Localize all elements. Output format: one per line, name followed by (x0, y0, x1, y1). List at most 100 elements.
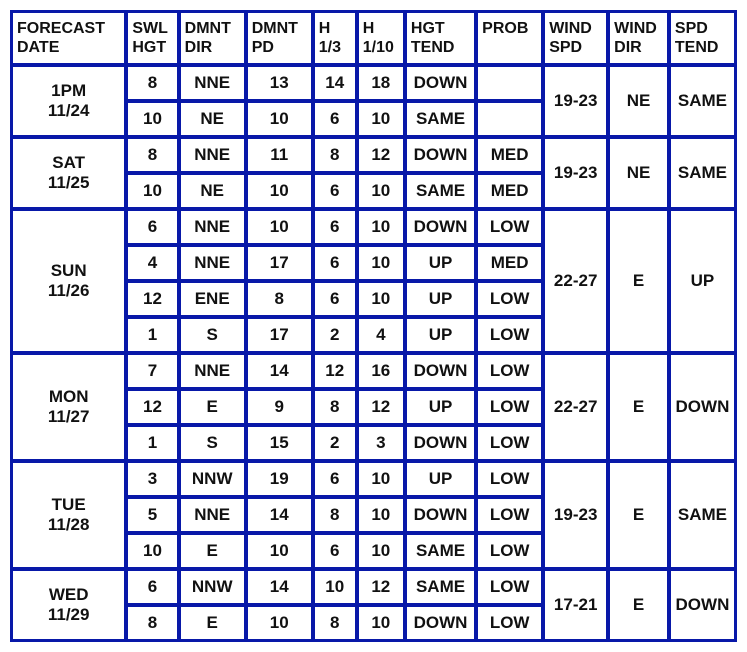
table-row: SUN11/266NNE10610DOWNLOW22-27EUP (12, 210, 735, 244)
col-hgt-tend: HGTTEND (406, 12, 475, 64)
prob-cell: LOW (477, 354, 542, 388)
h110-cell: 3 (358, 426, 404, 460)
h110-cell: 10 (358, 210, 404, 244)
dmnt-dir-cell: NNE (180, 66, 245, 100)
dmnt-pd-cell: 10 (247, 606, 312, 640)
h110-cell: 4 (358, 318, 404, 352)
swl-hgt-cell: 10 (127, 102, 177, 136)
swl-hgt-cell: 10 (127, 534, 177, 568)
hgt-tend-cell: DOWN (406, 426, 475, 460)
forecast-date-cell: SUN11/26 (12, 210, 125, 352)
prob-cell: MED (477, 138, 542, 172)
table-row: TUE11/283NNW19610UPLOW19-23ESAME (12, 462, 735, 496)
hgt-tend-cell: UP (406, 318, 475, 352)
swl-hgt-cell: 6 (127, 210, 177, 244)
prob-cell: LOW (477, 426, 542, 460)
col-forecast-date: FORECASTDATE (12, 12, 125, 64)
col-h-1-3: H1/3 (314, 12, 356, 64)
h13-cell: 6 (314, 534, 356, 568)
dmnt-dir-cell: NNE (180, 246, 245, 280)
h13-cell: 8 (314, 498, 356, 532)
dmnt-dir-cell: NNE (180, 498, 245, 532)
hgt-tend-cell: SAME (406, 534, 475, 568)
dmnt-dir-cell: NE (180, 174, 245, 208)
dmnt-pd-cell: 15 (247, 426, 312, 460)
spd-tend-cell: DOWN (670, 570, 735, 640)
dmnt-dir-cell: S (180, 426, 245, 460)
hgt-tend-cell: DOWN (406, 138, 475, 172)
h13-cell: 8 (314, 138, 356, 172)
dmnt-pd-cell: 14 (247, 354, 312, 388)
dmnt-pd-cell: 17 (247, 318, 312, 352)
hgt-tend-cell: DOWN (406, 354, 475, 388)
wind-spd-cell: 19-23 (544, 462, 607, 568)
h13-cell: 6 (314, 246, 356, 280)
h13-cell: 12 (314, 354, 356, 388)
dmnt-pd-cell: 14 (247, 570, 312, 604)
prob-cell (477, 66, 542, 100)
hgt-tend-cell: UP (406, 246, 475, 280)
h110-cell: 10 (358, 246, 404, 280)
dmnt-pd-cell: 8 (247, 282, 312, 316)
table-row: MON11/277NNE141216DOWNLOW22-27EDOWN (12, 354, 735, 388)
dmnt-dir-cell: NNW (180, 462, 245, 496)
prob-cell: LOW (477, 606, 542, 640)
col-wind-spd: WINDSPD (544, 12, 607, 64)
prob-cell: LOW (477, 462, 542, 496)
swl-hgt-cell: 5 (127, 498, 177, 532)
dmnt-dir-cell: S (180, 318, 245, 352)
swl-hgt-cell: 3 (127, 462, 177, 496)
dmnt-dir-cell: NNE (180, 210, 245, 244)
h13-cell: 8 (314, 606, 356, 640)
wind-spd-cell: 22-27 (544, 354, 607, 460)
swl-hgt-cell: 6 (127, 570, 177, 604)
dmnt-dir-cell: NNE (180, 138, 245, 172)
forecast-date-cell: MON11/27 (12, 354, 125, 460)
hgt-tend-cell: SAME (406, 174, 475, 208)
dmnt-pd-cell: 10 (247, 174, 312, 208)
dmnt-pd-cell: 9 (247, 390, 312, 424)
spd-tend-cell: SAME (670, 462, 735, 568)
hgt-tend-cell: DOWN (406, 606, 475, 640)
dmnt-dir-cell: E (180, 534, 245, 568)
h13-cell: 6 (314, 174, 356, 208)
wind-dir-cell: E (609, 462, 668, 568)
dmnt-pd-cell: 11 (247, 138, 312, 172)
col-h-1-10: H1/10 (358, 12, 404, 64)
h110-cell: 10 (358, 174, 404, 208)
h13-cell: 2 (314, 426, 356, 460)
h13-cell: 14 (314, 66, 356, 100)
swl-hgt-cell: 1 (127, 318, 177, 352)
h13-cell: 2 (314, 318, 356, 352)
prob-cell: LOW (477, 210, 542, 244)
col-spd-tend: SPDTEND (670, 12, 735, 64)
wind-spd-cell: 19-23 (544, 138, 607, 208)
h110-cell: 10 (358, 282, 404, 316)
h110-cell: 10 (358, 534, 404, 568)
dmnt-dir-cell: NE (180, 102, 245, 136)
dmnt-pd-cell: 13 (247, 66, 312, 100)
dmnt-pd-cell: 19 (247, 462, 312, 496)
swl-hgt-cell: 12 (127, 282, 177, 316)
col-swl-hgt: SWLHGT (127, 12, 177, 64)
h110-cell: 18 (358, 66, 404, 100)
h13-cell: 10 (314, 570, 356, 604)
h13-cell: 6 (314, 210, 356, 244)
h110-cell: 10 (358, 462, 404, 496)
hgt-tend-cell: DOWN (406, 66, 475, 100)
h13-cell: 8 (314, 390, 356, 424)
h110-cell: 12 (358, 138, 404, 172)
h110-cell: 16 (358, 354, 404, 388)
prob-cell: LOW (477, 390, 542, 424)
spd-tend-cell: SAME (670, 138, 735, 208)
prob-cell: LOW (477, 282, 542, 316)
h13-cell: 6 (314, 102, 356, 136)
hgt-tend-cell: SAME (406, 102, 475, 136)
hgt-tend-cell: UP (406, 462, 475, 496)
prob-cell: LOW (477, 498, 542, 532)
swl-hgt-cell: 1 (127, 426, 177, 460)
col-dmnt-dir: DMNTDIR (180, 12, 245, 64)
wind-dir-cell: E (609, 354, 668, 460)
dmnt-pd-cell: 17 (247, 246, 312, 280)
col-prob: PROB (477, 12, 542, 64)
